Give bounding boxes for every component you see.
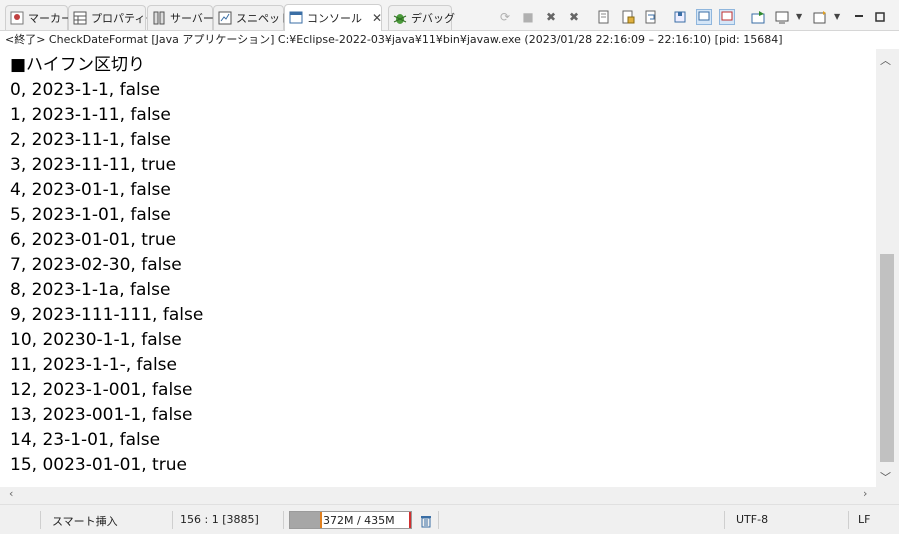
debug-icon [393,11,407,25]
console-line: 14, 23-1-01, false [10,430,161,450]
console-line: ■ハイフン区切り [10,55,146,75]
tab-servers[interactable]: サーバー [147,5,214,30]
word-wrap-icon[interactable] [643,9,659,25]
console-line: 15, 0023-01-01, true [10,455,187,475]
tab-label: デバッグ [411,12,455,25]
console-process-label: <終了> CheckDateFormat [Java アプリケーション] C:¥… [0,31,899,49]
pin-console-icon[interactable] [672,9,688,25]
console-line: 12, 2023-1-001, false [10,380,193,400]
console-line: 1, 2023-1-11, false [10,105,171,125]
tab-label: サーバー [170,12,214,25]
servers-icon [152,11,166,25]
cursor-position[interactable]: 156 : 1 [3885] [180,513,259,526]
tab-label: コンソール [307,12,362,25]
file-encoding[interactable]: UTF-8 [736,513,768,526]
terminate-icon[interactable]: ■ [520,9,536,25]
console-line: 2, 2023-11-1, false [10,130,171,150]
clear-icon[interactable] [596,9,612,25]
separator [724,511,725,529]
console-output[interactable]: ■ハイフン区切り 0, 2023-1-1, false 1, 2023-1-11… [0,49,876,487]
vertical-scrollbar[interactable]: ︿ ﹀ [876,49,899,487]
view-tab-bar: マーカー プロパティー サーバー スニペット コンソール ✕ デバッグ ⟳ ■ … [0,0,899,31]
separator [172,511,173,529]
separator [40,511,41,529]
show-on-stdout-icon[interactable] [696,9,712,25]
minimize-icon[interactable] [851,9,867,25]
console-line: 7, 2023-02-30, false [10,255,182,275]
console-line: 8, 2023-1-1a, false [10,280,171,300]
remove-all-launches-icon[interactable]: ✖ [566,9,582,25]
heap-label: 372M / 435M [323,514,395,527]
markers-icon [10,11,24,25]
chevron-down-icon[interactable]: ▼ [834,12,840,21]
status-bar: スマート挿入 156 : 1 [3885] 372M / 435M UTF-8 … [0,504,899,534]
console-line: 0, 2023-1-1, false [10,80,161,100]
display-selected-console-icon[interactable] [774,9,790,25]
console-line: 6, 2023-01-01, true [10,230,177,250]
show-on-stderr-icon[interactable] [719,9,735,25]
tab-label: マーカー [28,12,72,25]
tab-console[interactable]: コンソール ✕ [284,4,382,31]
clear-console-icon[interactable]: ⟳ [497,9,513,25]
separator [438,511,439,529]
chevron-left-icon[interactable]: ‹ [9,487,13,500]
horizontal-scrollbar[interactable]: ‹ › [0,487,876,504]
tab-label: スニペット [236,12,291,25]
heap-status[interactable]: 372M / 435M [289,511,412,529]
remove-launch-icon[interactable]: ✖ [543,9,559,25]
new-console-icon[interactable] [812,9,828,25]
scrollbar-corner [876,487,899,504]
insert-mode[interactable]: スマート挿入 [52,513,118,529]
chevron-up-icon[interactable]: ︿ [880,52,891,68]
tab-debug[interactable]: デバッグ [388,5,455,30]
snippets-icon [218,11,232,25]
line-delimiter[interactable]: LF [858,513,870,526]
chevron-down-icon[interactable]: ﹀ [880,469,891,485]
chevron-right-icon[interactable]: › [863,487,867,500]
tab-markers[interactable]: マーカー [5,5,72,30]
console-line: 4, 2023-01-1, false [10,180,171,200]
console-icon [289,11,303,25]
heap-mark [320,512,322,528]
console-line: 5, 2023-1-01, false [10,205,171,225]
maximize-icon[interactable] [872,9,888,25]
open-console-icon[interactable] [750,9,766,25]
tab-properties[interactable]: プロパティー [68,5,156,30]
console-line: 9, 2023-111-111, false [10,305,204,325]
scrollbar-thumb[interactable] [880,254,894,462]
console-line: 13, 2023-001-1, false [10,405,193,425]
heap-used-bar [290,512,320,528]
scroll-lock-icon[interactable] [620,9,636,25]
chevron-down-icon[interactable]: ▼ [796,12,802,21]
tab-snippets[interactable]: スニペット [213,5,291,30]
console-line: 11, 2023-1-1-, false [10,355,177,375]
separator [283,511,284,529]
console-line: 10, 20230-1-1, false [10,330,182,350]
garbage-collect-icon[interactable] [420,514,432,528]
close-icon[interactable]: ✕ [372,11,382,25]
console-line: 3, 2023-11-11, true [10,155,177,175]
heap-limit-mark [409,512,411,528]
separator [848,511,849,529]
properties-icon [73,11,87,25]
